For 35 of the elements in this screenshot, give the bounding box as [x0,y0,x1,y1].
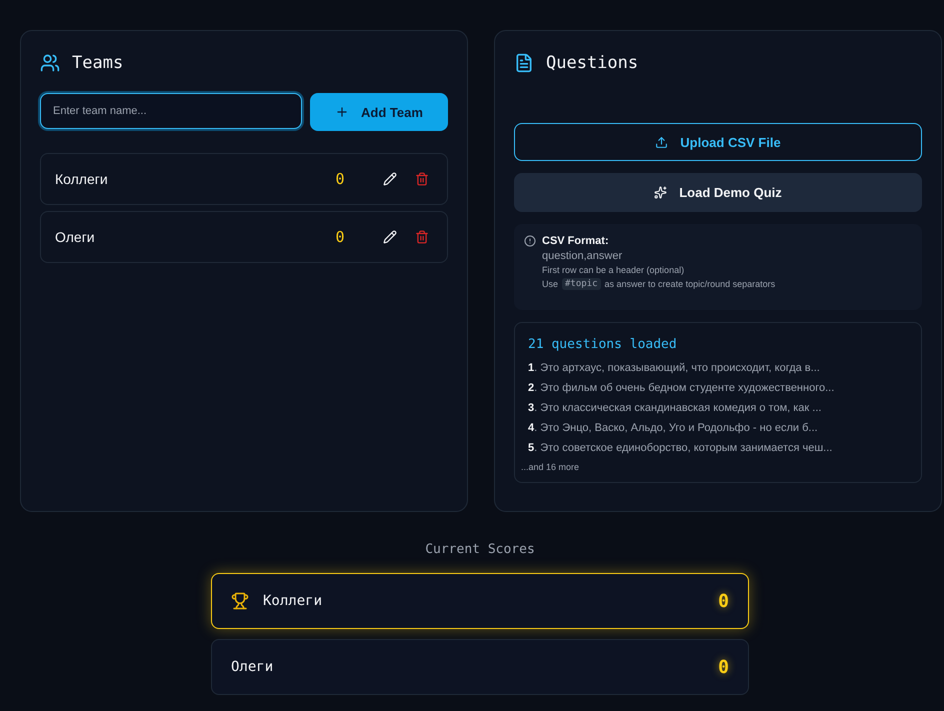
question-item: 5. Это советское единоборство, которым занимается чеш... [528,442,834,454]
team-name: Олеги [55,229,96,245]
scores-title: Current Scores [425,542,535,557]
note-title: CSV Format: [542,235,610,247]
team-name: Коллеги [263,593,324,609]
users-icon [40,53,60,73]
code-snippet: #topic [562,278,601,290]
trophy-icon [231,592,249,610]
upload-csv-button[interactable]: Upload CSV File [514,123,922,161]
questions-count: 21 questions loaded [528,337,678,352]
upload-icon [655,136,668,148]
team-score: 0 [334,170,346,188]
sparkles-icon [654,186,668,199]
more-text: ...and 16 more [521,462,580,472]
note-text: as answer to create topic/round separators [604,279,776,289]
document-icon [514,53,534,73]
panel-title: Teams [72,53,124,73]
team-score: 0 [718,590,729,612]
note-text: First row can be a header (optional) [542,265,686,275]
question-item: 1. Это артхаус, показывающий, что происходит, когда в... [528,362,821,374]
format-example: question,answer [542,250,624,262]
question-item: 3. Это классическая скандинавская комедия о том, как ... [528,402,822,414]
question-item: 4. Это Энцо, Васко, Альдо, Уго и Родольфо - но если б... [528,422,819,434]
team-name: Коллеги [55,171,109,187]
panel-title: Questions [546,53,638,73]
alert-icon [524,235,536,247]
load-demo-button[interactable]: Load Demo Quiz [514,173,922,212]
plus-icon [335,105,350,119]
question-item: 2. Это фильм об очень бедном студенте художественного... [528,382,836,394]
team-name-field[interactable]: Enter team name... [40,93,302,129]
team-name: Олеги [231,659,274,675]
note-text: Use [542,279,558,289]
team-score: 0 [718,656,729,678]
add-team-button[interactable]: Add Team [310,93,448,131]
team-score: 0 [334,228,346,246]
